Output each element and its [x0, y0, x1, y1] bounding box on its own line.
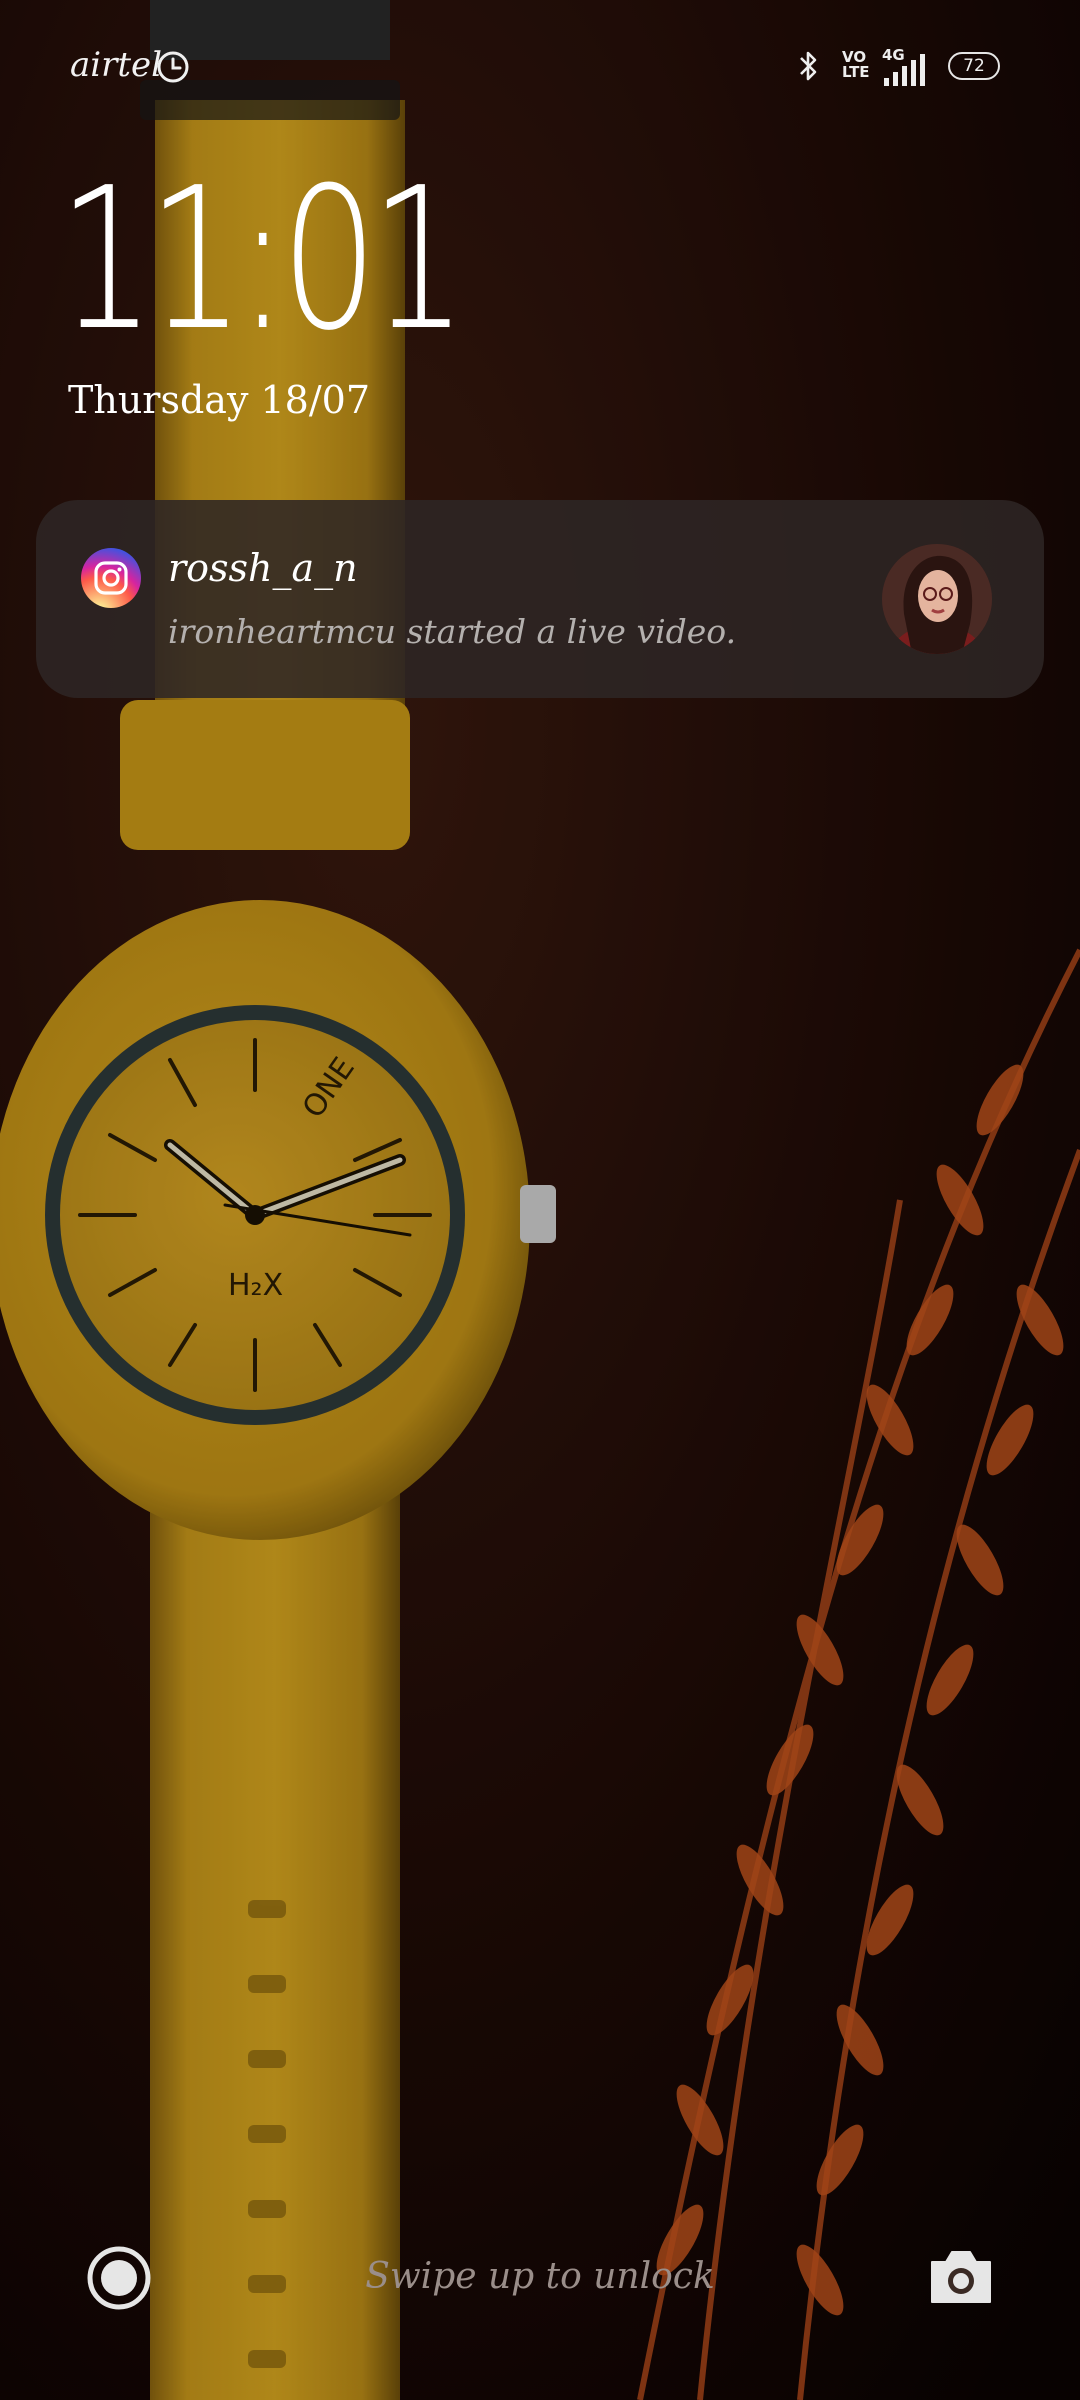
carrier-name: airtel — [70, 45, 163, 85]
alarm-clock-icon — [157, 51, 189, 83]
battery-percent: 72 — [963, 56, 985, 76]
battery-icon: 72 — [948, 52, 1000, 80]
lock-screen-date: Thursday 18/07 — [68, 378, 370, 422]
volte-indicator: VO LTE — [842, 48, 870, 81]
signal-icon — [884, 54, 925, 86]
camera-icon[interactable] — [928, 2248, 994, 2306]
instagram-icon — [81, 548, 141, 608]
notification-body: ironheartmcu started a live video. — [168, 612, 737, 651]
profile-avatar — [882, 544, 992, 654]
notification-title: rossh_a_n — [168, 546, 358, 590]
swipe-to-unlock-hint: Swipe up to unlock — [365, 2256, 715, 2297]
status-icons: VO LTE 4G 72 — [702, 46, 1002, 86]
bluetooth-icon — [800, 51, 817, 81]
notification-card[interactable]: rossh_a_n ironheartmcu started a live vi… — [36, 500, 1044, 698]
lock-screen-time: 11:01 — [58, 146, 467, 374]
status-bar: airtel VO LTE 4G 72 — [0, 0, 1080, 130]
